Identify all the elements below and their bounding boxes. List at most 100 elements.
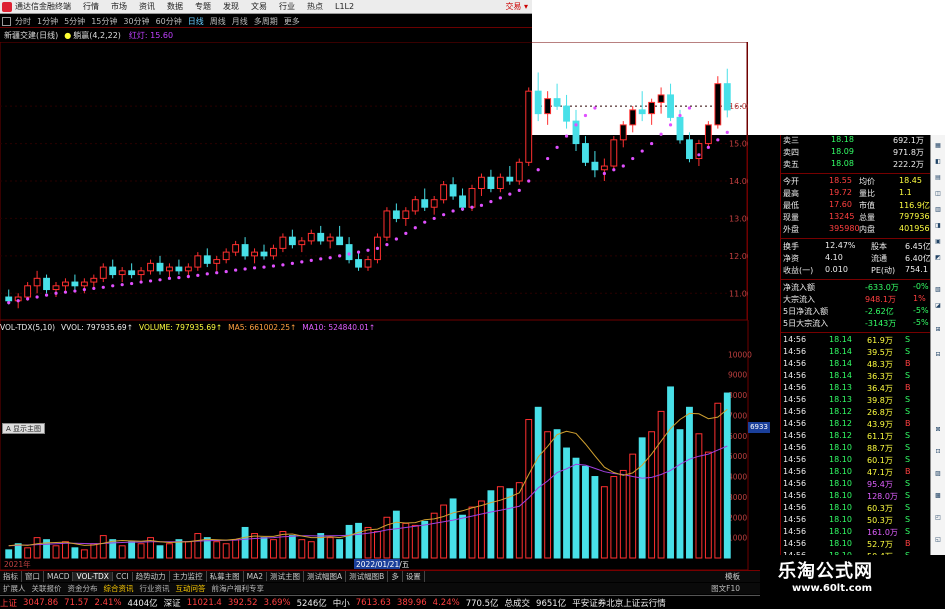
period-tab[interactable]: 更多: [284, 16, 300, 27]
menu-item-hangye[interactable]: 行业: [279, 1, 295, 12]
indicator-tab[interactable]: 窗口: [22, 571, 44, 582]
stat-value: 19.72: [829, 188, 852, 197]
sar-dot: [574, 123, 578, 127]
menu-item-hangqing[interactable]: 行情: [83, 1, 99, 12]
tick-volume: 61.9万: [867, 336, 893, 345]
tool-icon[interactable]: ◫: [933, 189, 943, 199]
indicator-tab[interactable]: 测试幅图B: [346, 571, 389, 582]
menu-item-zhuanti[interactable]: 专题: [195, 1, 211, 12]
show-main-chart-button[interactable]: A 显示主图: [2, 423, 46, 434]
candle-body: [80, 281, 88, 287]
candle-body: [496, 176, 504, 189]
menu-item-jiaoyi[interactable]: 交易 ▾: [505, 1, 528, 12]
info-tab[interactable]: 前海户福利专享: [209, 583, 268, 594]
tool-icon[interactable]: ⊞: [933, 325, 943, 335]
sar-dot: [300, 260, 304, 264]
period-tab[interactable]: 分时: [15, 16, 31, 27]
index-zx-change: 389.96: [396, 597, 427, 608]
template-button[interactable]: 模板: [725, 571, 760, 582]
menu-item-redian[interactable]: 热点: [307, 1, 323, 12]
menu-item-shichang[interactable]: 市场: [111, 1, 127, 12]
y-tick-label: 5000: [728, 452, 747, 461]
tick-time: 14:56: [783, 419, 807, 428]
tool-icon[interactable]: ▩: [933, 491, 943, 501]
candle-body: [610, 139, 618, 167]
period-tab[interactable]: 15分钟: [91, 16, 117, 27]
tool-icon[interactable]: ▧: [933, 285, 943, 295]
info-tab[interactable]: 资金分布: [65, 583, 101, 594]
candle-body: [203, 255, 211, 264]
period-tab[interactable]: 1分钟: [37, 16, 58, 27]
sell-price: 18.08: [831, 159, 854, 168]
indicator-name[interactable]: 躺赢(4,2,22): [73, 30, 121, 41]
period-tab[interactable]: 月线: [232, 16, 248, 27]
sar-dot: [546, 156, 550, 161]
menu-item-wenyi[interactable]: 文易: [251, 1, 267, 12]
tool-icon[interactable]: ▦: [933, 141, 943, 151]
period-tab-active[interactable]: 日线: [188, 16, 204, 27]
total-turnover-value: 9651亿: [536, 598, 567, 609]
sar-dot: [527, 179, 531, 183]
indicator-tab-active[interactable]: VOL-TDX: [73, 572, 113, 581]
period-tab[interactable]: 30分钟: [123, 16, 149, 27]
indicator-tab[interactable]: 测试幅图A: [304, 571, 347, 582]
tool-icon[interactable]: ◪: [933, 301, 943, 311]
indicator-tab[interactable]: MACD: [44, 572, 74, 581]
menu-item-l1l2[interactable]: L1L2: [335, 2, 354, 11]
candlestick-chart[interactable]: 11.00 12.00 13.00 14.00 15.00 16.00: [0, 42, 748, 320]
tool-icon[interactable]: ◩: [933, 253, 943, 263]
vol-indicator-name[interactable]: VOL-TDX(5,10): [0, 323, 55, 332]
tick-time: 14:56: [783, 467, 807, 476]
tick-price: 18.10: [829, 491, 852, 500]
info-tab[interactable]: 行业资讯: [137, 583, 173, 594]
menu-item-shuju[interactable]: 数据: [167, 1, 183, 12]
info-tab[interactable]: 关联报价: [29, 583, 65, 594]
volume-bar: [270, 539, 277, 559]
menu-item-faxian[interactable]: 发现: [223, 1, 239, 12]
volume-chart[interactable]: 1000 2000 3000 4000 5000 6000 7000 8000 9000 1000…: [0, 320, 760, 570]
tool-icon[interactable]: ⊡: [933, 447, 943, 457]
info-tab[interactable]: 综合资讯: [101, 583, 137, 594]
divider: [781, 332, 931, 333]
tool-icon[interactable]: ▣: [933, 237, 943, 247]
period-tab[interactable]: 60分钟: [156, 16, 182, 27]
period-tab[interactable]: 周线: [210, 16, 226, 27]
tool-icon[interactable]: ◨: [933, 221, 943, 231]
period-menu-icon[interactable]: [2, 16, 11, 26]
indicator-tab[interactable]: MA2: [244, 572, 268, 581]
info-tab[interactable]: 互动问答: [173, 583, 209, 594]
indicator-tab[interactable]: 主力监控: [170, 571, 207, 582]
indicator-tab[interactable]: CCI: [113, 572, 133, 581]
f10-button[interactable]: 图文F10: [708, 583, 760, 594]
tick-volume: 52.7万: [867, 540, 893, 549]
indicator-tab[interactable]: 私募主图: [207, 571, 244, 582]
period-tab[interactable]: 5分钟: [64, 16, 85, 27]
stat-row: 今开 18.55 均价 18.45: [781, 176, 931, 188]
tool-icon[interactable]: ◰: [933, 513, 943, 523]
menu-item-zixun[interactable]: 资讯: [139, 1, 155, 12]
tick-volume: 60.3万: [867, 504, 893, 513]
tool-icon[interactable]: ⊠: [933, 425, 943, 435]
sar-dot: [92, 286, 96, 291]
indicator-tab[interactable]: 设置: [403, 571, 425, 582]
info-tab[interactable]: 扩展人: [0, 583, 29, 594]
tick-row: 14:56 18.14 36.3万 S: [781, 371, 931, 383]
tool-icon[interactable]: ◱: [933, 535, 943, 545]
volume-bar: [421, 520, 429, 559]
tool-icon[interactable]: ▥: [933, 205, 943, 215]
indicator-tab[interactable]: 多: [388, 571, 403, 582]
tool-icon[interactable]: ▨: [933, 469, 943, 479]
indicator-tab[interactable]: 测试主图: [267, 571, 305, 582]
indicator-tab[interactable]: 趋势动力: [133, 571, 170, 582]
sar-dot: [215, 271, 219, 275]
divider: [781, 279, 931, 280]
tool-icon[interactable]: ▤: [933, 173, 943, 183]
tool-icon[interactable]: ◧: [933, 157, 943, 167]
candle-body: [279, 236, 287, 249]
period-tab[interactable]: 多周期: [254, 16, 278, 27]
indicator-tab[interactable]: 指标: [0, 571, 22, 582]
sar-dot: [555, 145, 559, 149]
tool-icon[interactable]: ⊟: [933, 350, 943, 360]
volume-bar: [5, 549, 13, 559]
tick-volume: 39.5万: [867, 348, 893, 357]
